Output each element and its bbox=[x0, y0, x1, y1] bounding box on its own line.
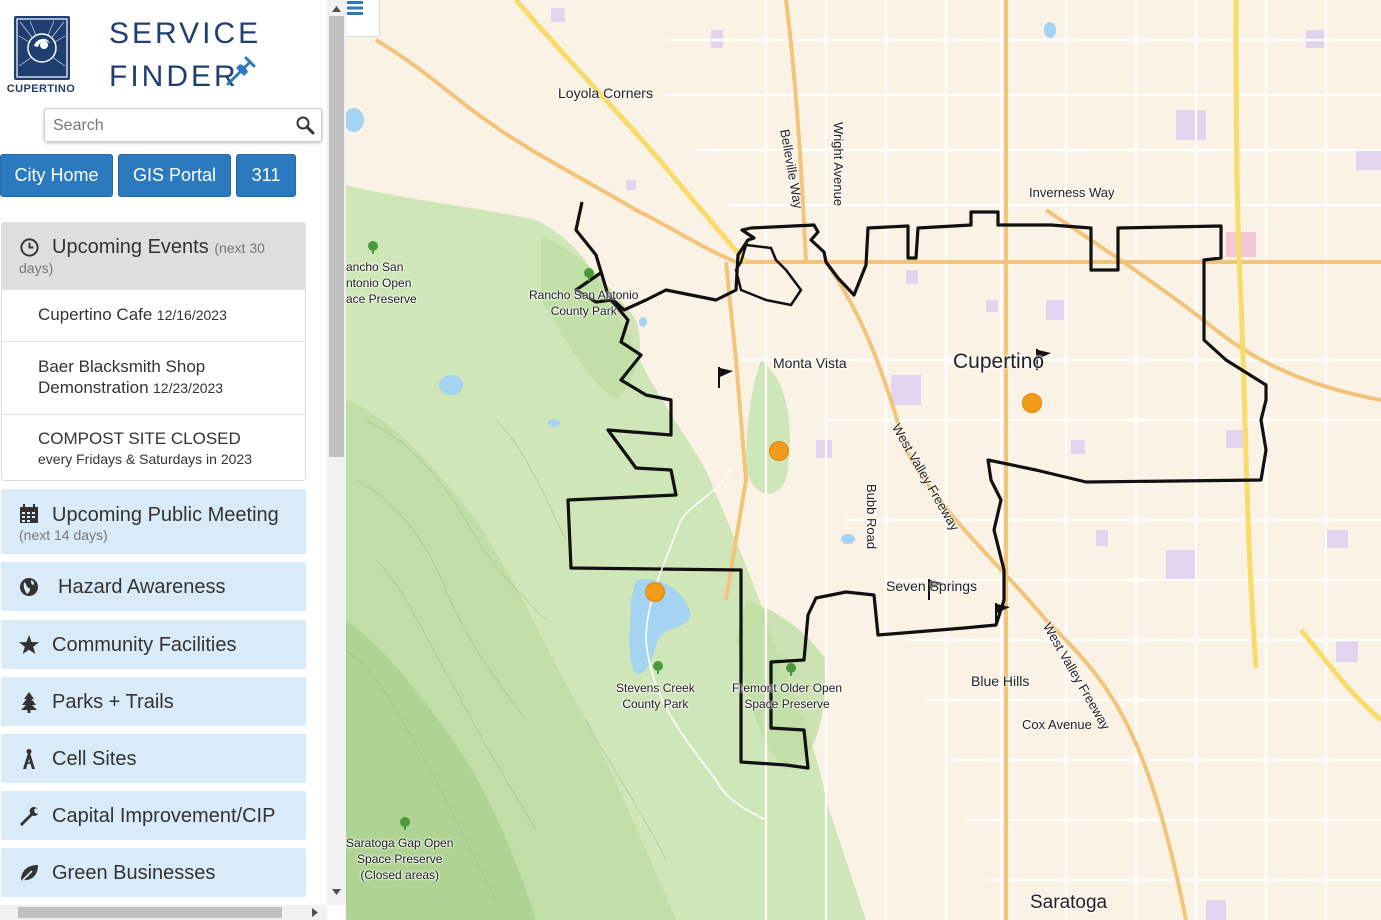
map-label-loyola-corners: Loyola Corners bbox=[558, 85, 653, 101]
star-icon bbox=[19, 635, 39, 654]
search-input[interactable] bbox=[53, 115, 283, 137]
event-detail: every Fridays & Saturdays in 2023 bbox=[38, 451, 252, 467]
city-home-button[interactable]: City Home bbox=[0, 154, 113, 197]
upcoming-events-title-text: Upcoming Events bbox=[52, 236, 209, 258]
upcoming-events-range-1: (next 30 bbox=[214, 240, 265, 256]
map-label-cupertino: Cupertino bbox=[953, 350, 1045, 373]
map-label-fremont-older-preserve: Fremont Older Open Space Preserve bbox=[732, 680, 842, 712]
map-label-line: ntonio Open bbox=[346, 276, 412, 290]
sidebar-vertical-scrollbar[interactable] bbox=[327, 0, 346, 905]
map-label-monta-vista: Monta Vista bbox=[773, 355, 847, 371]
scrollbar-thumb[interactable] bbox=[329, 16, 344, 457]
map-label-bubb-road: Bubb Road bbox=[864, 484, 879, 550]
cell-sites-button[interactable]: Cell Sites bbox=[1, 734, 306, 783]
upcoming-events-range-2: days) bbox=[19, 260, 54, 276]
map-label-line: (Closed areas) bbox=[360, 868, 440, 882]
event-name: COMPOST SITE CLOSED bbox=[38, 429, 241, 448]
cell-sites-label: Cell Sites bbox=[52, 748, 137, 770]
map-view[interactable]: Loyola Corners Belleville Way Wright Ave… bbox=[346, 0, 1381, 920]
capital-improvement-label: Capital Improvement/CIP bbox=[52, 805, 276, 827]
map-label-rancho-preserve: ancho San ntonio Open ace Preserve bbox=[346, 259, 417, 307]
upcoming-events-panel: Upcoming Events (next 30 days) Cupertino… bbox=[1, 222, 306, 481]
map-label-wright-avenue: Wright Avenue bbox=[831, 122, 846, 207]
event-item[interactable]: Cupertino Cafe 12/16/2023 bbox=[2, 289, 305, 341]
hamburger-icon bbox=[347, 1, 363, 15]
map-poi-marker[interactable] bbox=[1022, 393, 1042, 413]
logo-wordmark: CUPERTINO bbox=[6, 83, 76, 95]
map-label-line: Stevens Creek bbox=[616, 681, 695, 695]
hazard-awareness-label: Hazard Awareness bbox=[58, 576, 226, 598]
event-item[interactable]: COMPOST SITE CLOSED every Fridays & Satu… bbox=[2, 414, 305, 480]
antenna-icon bbox=[23, 749, 35, 769]
scroll-down-arrow-icon[interactable] bbox=[331, 887, 342, 897]
map-label-line: ace Preserve bbox=[346, 292, 417, 306]
map-menu-button[interactable] bbox=[346, 0, 380, 37]
map-label-line: County Park bbox=[622, 697, 689, 711]
map-label-line: ancho San bbox=[346, 260, 404, 274]
upcoming-public-meeting-button[interactable]: Upcoming Public Meeting (next 14 days) bbox=[1, 489, 306, 554]
green-businesses-button[interactable]: Green Businesses bbox=[1, 848, 306, 897]
map-label-cox-avenue: Cox Avenue bbox=[1022, 717, 1092, 732]
parks-trails-button[interactable]: Parks + Trails bbox=[1, 677, 306, 726]
leaf-icon bbox=[19, 865, 38, 884]
311-button[interactable]: 311 bbox=[236, 154, 296, 197]
wrench-icon bbox=[20, 806, 38, 826]
map-label-line: Rancho San Antonio bbox=[529, 288, 639, 302]
map-label-line: Space Preserve bbox=[357, 852, 443, 866]
map-label-saratoga-gap-preserve: Saratoga Gap Open Space Preserve (Closed… bbox=[346, 835, 453, 883]
map-label-blue-hills: Blue Hills bbox=[971, 673, 1030, 689]
green-strip bbox=[746, 360, 790, 494]
flag-icon[interactable] bbox=[993, 601, 1013, 625]
map-poi-marker[interactable] bbox=[645, 582, 665, 602]
app-window: CUPERTINO SERVICE FINDER City Home GIS P… bbox=[0, 0, 1381, 920]
map-label-stevens-creek-park: Stevens Creek County Park bbox=[616, 680, 695, 712]
event-name-cont: Demonstration bbox=[38, 378, 149, 397]
cupertino-logo[interactable]: CUPERTINO bbox=[4, 12, 76, 96]
upcoming-events-title: Upcoming Events (next 30 bbox=[52, 236, 265, 259]
event-item[interactable]: Baer Blacksmith Shop Demonstration 12/23… bbox=[2, 341, 305, 414]
parks-trails-label: Parks + Trails bbox=[52, 691, 174, 713]
community-facilities-button[interactable]: Community Facilities bbox=[1, 620, 306, 669]
clock-icon bbox=[20, 238, 39, 257]
map-label-saratoga: Saratoga bbox=[1030, 892, 1108, 913]
upcoming-public-meeting-range: (next 14 days) bbox=[19, 527, 108, 543]
scroll-up-arrow-icon[interactable] bbox=[331, 4, 342, 14]
event-date: 12/23/2023 bbox=[153, 380, 224, 396]
pushpin-icon bbox=[226, 56, 256, 86]
event-name: Cupertino Cafe bbox=[38, 305, 153, 324]
sidebar: CUPERTINO SERVICE FINDER City Home GIS P… bbox=[0, 0, 327, 905]
map-label-line: Space Preserve bbox=[744, 697, 830, 711]
map-label-rancho-county-park: Rancho San Antonio County Park bbox=[529, 287, 638, 319]
search-box bbox=[44, 108, 322, 142]
scrollbar-thumb[interactable] bbox=[18, 907, 282, 918]
flag-icon[interactable] bbox=[716, 365, 736, 389]
green-businesses-label: Green Businesses bbox=[52, 862, 216, 884]
hazard-awareness-button[interactable]: Hazard Awareness bbox=[1, 562, 306, 611]
map-poi-marker[interactable] bbox=[769, 441, 789, 461]
map-label-seven-springs: Seven Springs bbox=[886, 578, 978, 594]
sidebar-horizontal-scrollbar[interactable] bbox=[0, 905, 327, 920]
tree-icon bbox=[21, 692, 37, 713]
search-icon[interactable] bbox=[295, 115, 315, 135]
basemap bbox=[346, 0, 1381, 920]
app-title-line1: SERVICE bbox=[109, 17, 262, 50]
upcoming-public-meeting-label: Upcoming Public Meeting bbox=[52, 504, 279, 526]
map-label-line: County Park bbox=[550, 304, 617, 318]
map-label-line: Fremont Older Open bbox=[732, 681, 843, 695]
scroll-right-arrow-icon[interactable] bbox=[310, 907, 320, 918]
globe-icon bbox=[20, 578, 38, 596]
gis-portal-button[interactable]: GIS Portal bbox=[118, 154, 231, 197]
logo-emblem bbox=[14, 16, 70, 80]
calendar-icon bbox=[20, 504, 38, 523]
community-facilities-label: Community Facilities bbox=[52, 634, 237, 656]
city-boundary-inset bbox=[734, 243, 803, 307]
map-label-inverness-way: Inverness Way bbox=[1029, 185, 1115, 200]
event-name: Baer Blacksmith Shop bbox=[38, 357, 206, 376]
event-date: 12/16/2023 bbox=[156, 307, 227, 323]
capital-improvement-button[interactable]: Capital Improvement/CIP bbox=[1, 791, 306, 840]
upcoming-events-header[interactable]: Upcoming Events (next 30 days) bbox=[2, 223, 305, 289]
map-label-line: Saratoga Gap Open bbox=[346, 836, 454, 850]
